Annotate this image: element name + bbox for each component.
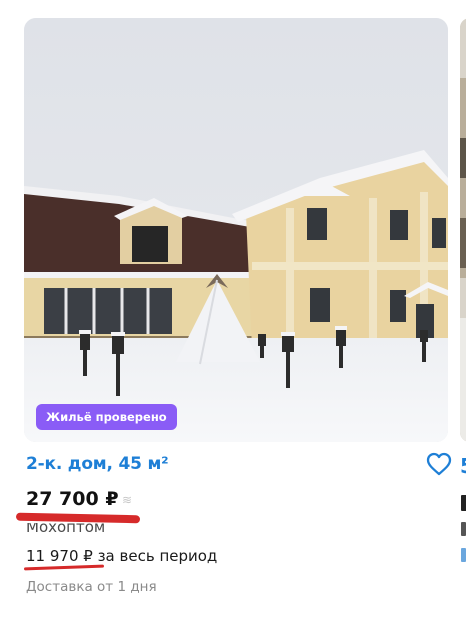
- listing-title-link[interactable]: 2-к. дом, 45 м²: [26, 454, 169, 474]
- next-card-subtitle-fragment: [461, 522, 466, 536]
- heart-outline-icon: [426, 452, 452, 476]
- delivery-info: Доставка от 1 дня: [26, 579, 157, 595]
- next-card-photo[interactable]: [460, 18, 466, 442]
- next-card-title-fragment[interactable]: 5: [460, 454, 466, 478]
- house-photo-image: [24, 18, 448, 442]
- period-price: 11 970 ₽: [26, 547, 93, 565]
- listing-price: 27 700 ₽: [26, 488, 119, 510]
- listing-photo[interactable]: [24, 18, 448, 442]
- period-price-row: 11 970 ₽ за весь период: [26, 547, 217, 565]
- next-card-meta-fragment: [461, 548, 466, 562]
- period-label: за весь период: [97, 547, 218, 565]
- red-annotation-underline-period: [23, 564, 105, 571]
- next-card-price-fragment: [461, 495, 466, 511]
- favorite-button[interactable]: [426, 452, 452, 476]
- listing-page: Жильё проверено 5 2-к. дом, 45 м² 27 700…: [0, 0, 466, 632]
- more-options-icon[interactable]: ≋: [122, 493, 132, 507]
- next-card-image: [460, 18, 466, 442]
- verified-housing-badge: Жильё проверено: [36, 404, 177, 430]
- red-annotation-underline: [15, 512, 141, 524]
